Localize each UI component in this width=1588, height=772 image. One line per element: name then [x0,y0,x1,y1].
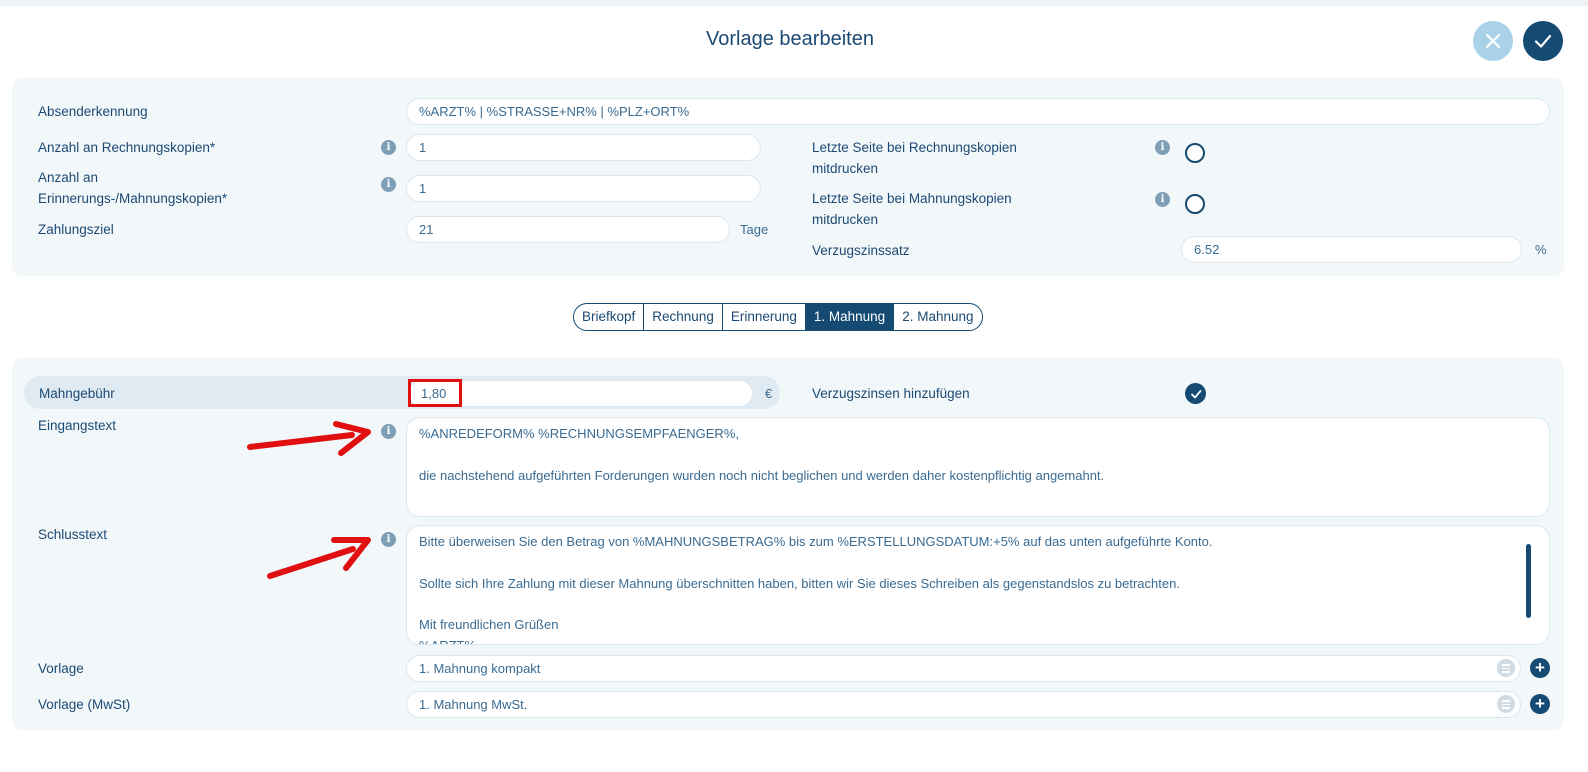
reminder-copies-input[interactable]: 1 [406,175,761,202]
last-page-invoice-label-line2: mitdrucken [812,161,879,176]
intro-line [419,445,1537,466]
fee-label: Mahngebühr [39,386,115,401]
annotation-arrow-icon [267,537,371,579]
reminder-copies-label-line2: Erinnerungs-/Mahnungskopien* [38,191,228,206]
last-page-invoice-radio[interactable] [1185,143,1205,163]
intro-line: %ANREDEFORM% %RECHNUNGSEMPFAENGER%, [419,426,739,441]
add-template-vat-button[interactable]: + [1530,694,1550,714]
interest-rate-label: Verzugszinssatz [812,243,910,258]
payment-term-unit: Tage [740,222,769,237]
interest-rate-unit: % [1535,242,1547,257]
add-template-button[interactable]: + [1530,658,1550,678]
close-icon [1485,33,1501,49]
closing-text-label: Schlusstext [38,527,108,542]
intro-text-area[interactable]: %ANREDEFORM% %RECHNUNGSEMPFAENGER%, die … [406,417,1550,517]
list-icon[interactable] [1497,695,1515,713]
payment-term-input[interactable]: 21 [406,216,730,243]
intro-line: die nachstehend aufgeführten Forderungen… [419,467,1105,483]
tab-2-mahnung[interactable]: 2. Mahnung [894,304,981,330]
annotation-highlight-box [408,379,462,407]
check-icon [1534,34,1552,48]
last-page-reminder-label-line2: mitdrucken [812,212,879,227]
template-label: Vorlage [38,661,84,676]
tab-briefkopf[interactable]: Briefkopf [574,304,645,330]
add-interest-checkbox[interactable] [1185,383,1206,404]
dialog-title: Vorlage bearbeiten [706,28,874,50]
sender-input[interactable]: %ARZT% | %STRASSE+NR% | %PLZ+ORT% [406,98,1550,125]
info-icon[interactable]: i [381,532,396,547]
document-tabs: Briefkopf Rechnung Erinnerung 1. Mahnung… [573,303,983,331]
closing-line: %ARZT% [419,636,1537,644]
template-select[interactable]: 1. Mahnung kompakt [406,655,1521,682]
reminder-copies-label-line1: Anzahl an [38,170,99,185]
confirm-button[interactable] [1523,21,1563,61]
payment-term-label: Zahlungsziel [38,222,114,237]
closing-line: Bitte überweisen Sie den Betrag von %MAH… [419,534,1213,549]
closing-line [419,553,1537,574]
closing-line: Sollte sich Ihre Zahlung mit dieser Mahn… [419,575,1180,591]
invoice-copies-input[interactable]: 1 [406,134,761,161]
cancel-button[interactable] [1473,21,1513,61]
closing-text-scrollbar[interactable] [1526,544,1531,618]
list-icon[interactable] [1497,659,1515,677]
closing-line: Mit freundlichen Grüßen [419,617,559,633]
tab-1-mahnung[interactable]: 1. Mahnung [805,304,895,330]
annotation-arrow-icon [247,421,371,456]
closing-line [419,594,1537,615]
last-page-invoice-label-line1: Letzte Seite bei Rechnungskopien [812,140,1017,155]
fee-unit: € [765,386,773,401]
last-page-reminder-label-line1: Letzte Seite bei Mahnungskopien [812,191,1012,206]
last-page-reminder-radio[interactable] [1185,194,1205,214]
sender-label: Absenderkennung [38,104,148,119]
template-vat-label: Vorlage (MwSt) [38,697,131,712]
tab-rechnung[interactable]: Rechnung [644,304,723,330]
interest-rate-input[interactable]: 6.52 [1181,236,1522,263]
info-icon[interactable]: i [381,140,396,155]
info-icon[interactable]: i [1155,140,1170,155]
check-icon [1190,389,1201,398]
closing-text-area[interactable]: Bitte überweisen Sie den Betrag von %MAH… [406,525,1550,645]
intro-text-label: Eingangstext [38,418,117,433]
info-icon[interactable]: i [1155,192,1170,207]
add-interest-label: Verzugszinsen hinzufügen [812,386,970,401]
invoice-copies-label: Anzahl an Rechnungskopien* [38,140,216,155]
top-strip [0,0,1588,6]
tab-erinnerung[interactable]: Erinnerung [723,304,806,330]
info-icon[interactable]: i [381,424,396,439]
info-icon[interactable]: i [381,177,396,192]
template-vat-select[interactable]: 1. Mahnung MwSt. [406,691,1521,718]
